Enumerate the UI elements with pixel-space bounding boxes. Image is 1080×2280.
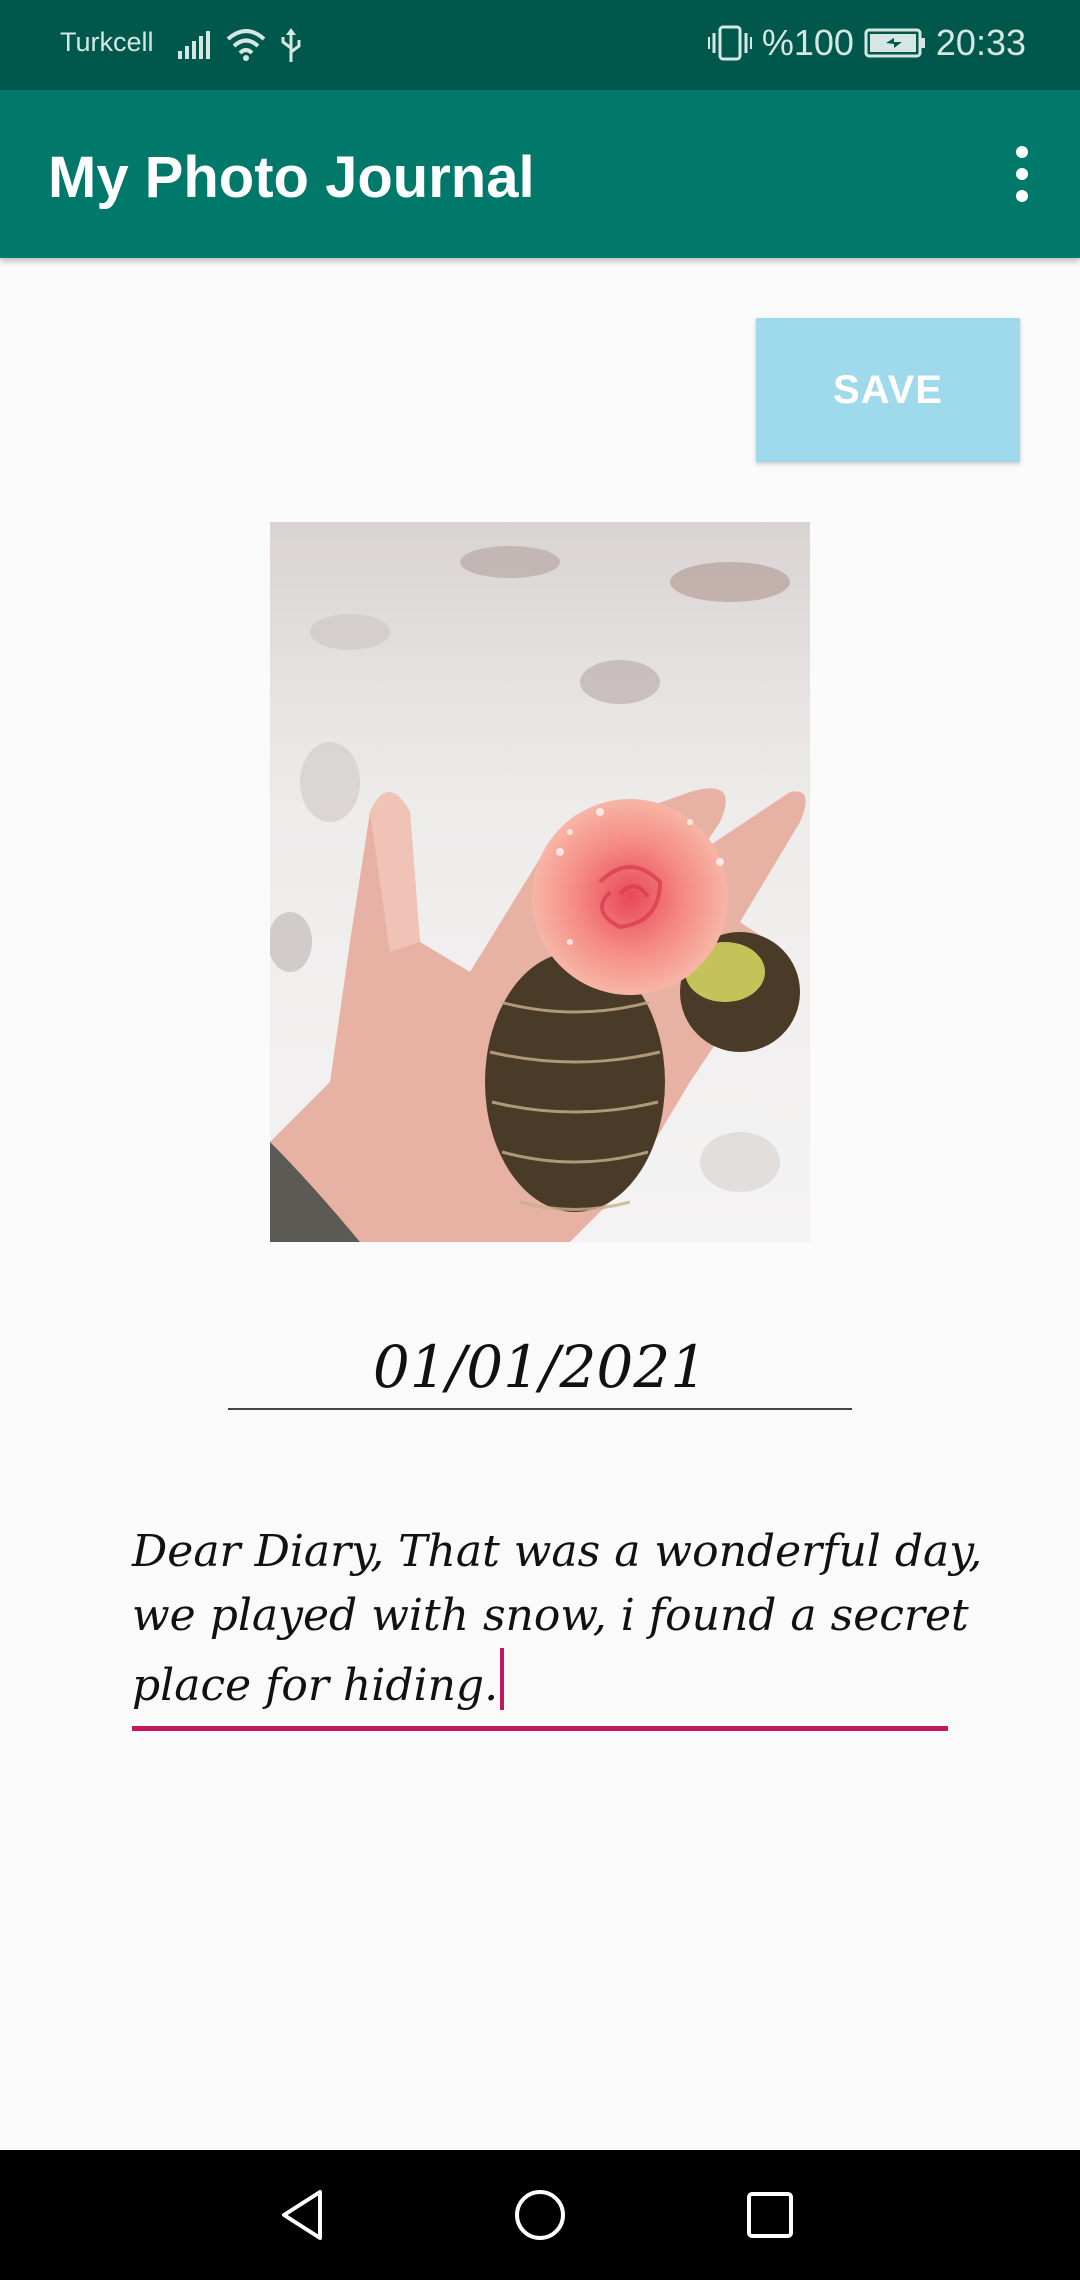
note-line: we played with snow, i found a secret (132, 1590, 969, 1641)
back-icon[interactable] (270, 2180, 340, 2250)
diary-note-field[interactable]: Dear Diary, That was a wonderful day, we… (132, 1520, 983, 1731)
note-line: place for hiding. (132, 1648, 948, 1718)
clock: 20:33 (935, 22, 1026, 63)
wifi-icon (226, 29, 266, 61)
app-bar: My Photo Journal (0, 90, 1080, 258)
carrier-name: Turkcell (60, 27, 154, 57)
note-line-text: place for hiding. (132, 1660, 499, 1711)
note-line: Dear Diary, That was a wonderful day, (132, 1526, 983, 1577)
battery-percent: %100 (761, 22, 854, 63)
recents-icon[interactable] (735, 2180, 805, 2250)
more-vertical-icon[interactable] (1002, 142, 1042, 206)
home-icon[interactable] (505, 2180, 575, 2250)
vibrate-icon (707, 25, 752, 61)
journal-photo[interactable] (270, 522, 810, 1242)
battery-charging-icon (864, 28, 925, 58)
app-title: My Photo Journal (48, 145, 535, 210)
usb-icon (281, 28, 301, 62)
date-field[interactable]: 01/01/2021 (228, 1320, 852, 1410)
status-bar: Turkcell %100 20:33 (0, 0, 1080, 90)
navigation-bar (0, 2150, 1080, 2280)
text-cursor (500, 1648, 505, 1710)
save-button[interactable]: SAVE (756, 318, 1020, 462)
signal-icon (178, 31, 210, 59)
